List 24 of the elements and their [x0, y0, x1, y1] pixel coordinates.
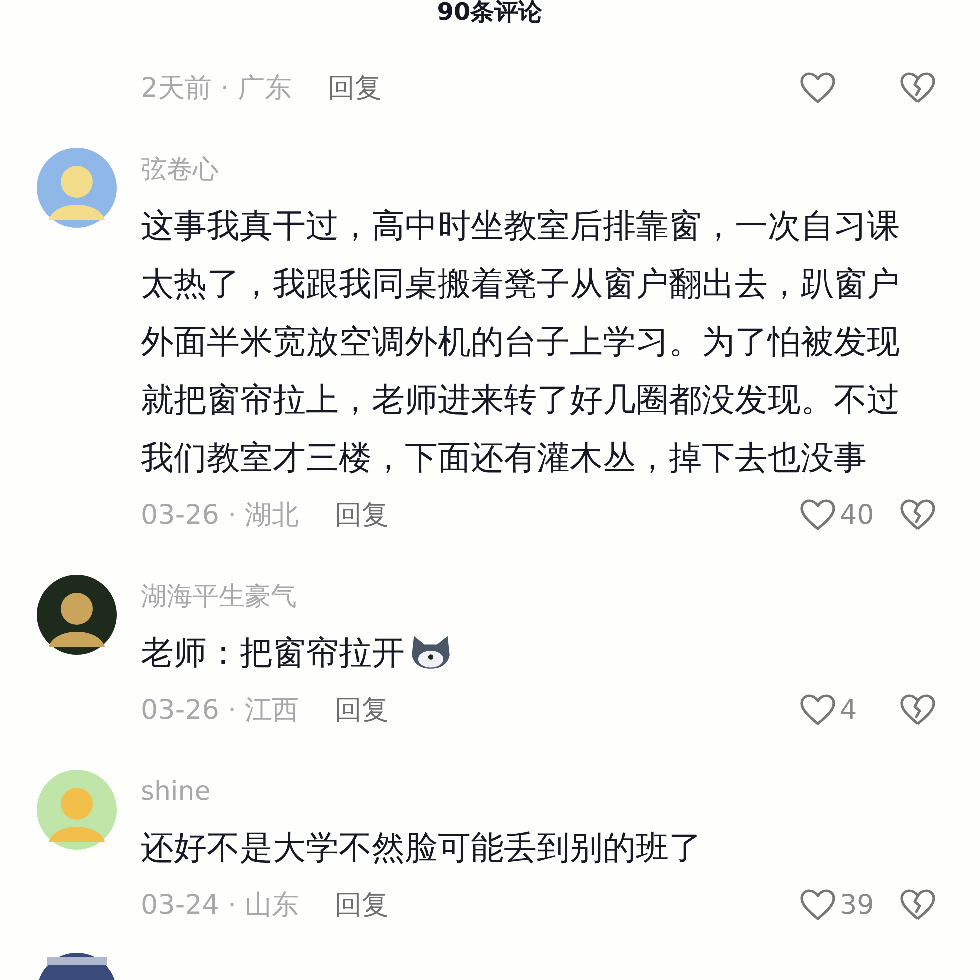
comment-text: 这事我真干过，高中时坐教室后排靠窗，一次自习课太热了，我跟我同桌搬着凳子从窗户翻出去，趴窗户外面半米宽放空调外机的台子上学习。为了怕被发现就把窗帘拉上，老师进来转了好几圈都没发现。不过我们教室才三楼，下面还有灌木丛，掉下去也没事: [141, 206, 900, 477]
avatar[interactable]: [37, 575, 117, 655]
reply-button[interactable]: 回复: [335, 887, 390, 923]
comment-time-location: 03-26 · 湖北: [141, 499, 300, 533]
heart-icon[interactable]: [800, 72, 836, 104]
comment-time-location: 2天前 · 广东: [141, 72, 292, 106]
broken-heart-icon[interactable]: [900, 694, 936, 726]
broken-heart-icon[interactable]: [900, 72, 936, 104]
like-count: 39: [840, 890, 874, 920]
like-count: 40: [840, 500, 874, 530]
comment-time-location: 03-26 · 江西: [141, 694, 300, 728]
like-count: 4: [840, 694, 858, 726]
heart-icon[interactable]: [800, 499, 836, 531]
reply-button[interactable]: 回复: [328, 70, 382, 106]
broken-heart-icon[interactable]: [900, 499, 936, 531]
heart-icon[interactable]: [800, 694, 836, 726]
reply-button[interactable]: 回复: [335, 692, 390, 728]
reply-button[interactable]: 回复: [335, 497, 390, 533]
comment-time-location: 03-24 · 山东: [141, 889, 300, 923]
heart-icon[interactable]: [800, 889, 836, 921]
comment-text: 还好不是大学不然脸可能丢到别的班了: [141, 828, 702, 867]
broken-heart-icon[interactable]: [900, 889, 936, 921]
comment-text: 老师：把窗帘拉开: [141, 633, 405, 672]
comments-title: 90条评论: [436, 0, 544, 25]
